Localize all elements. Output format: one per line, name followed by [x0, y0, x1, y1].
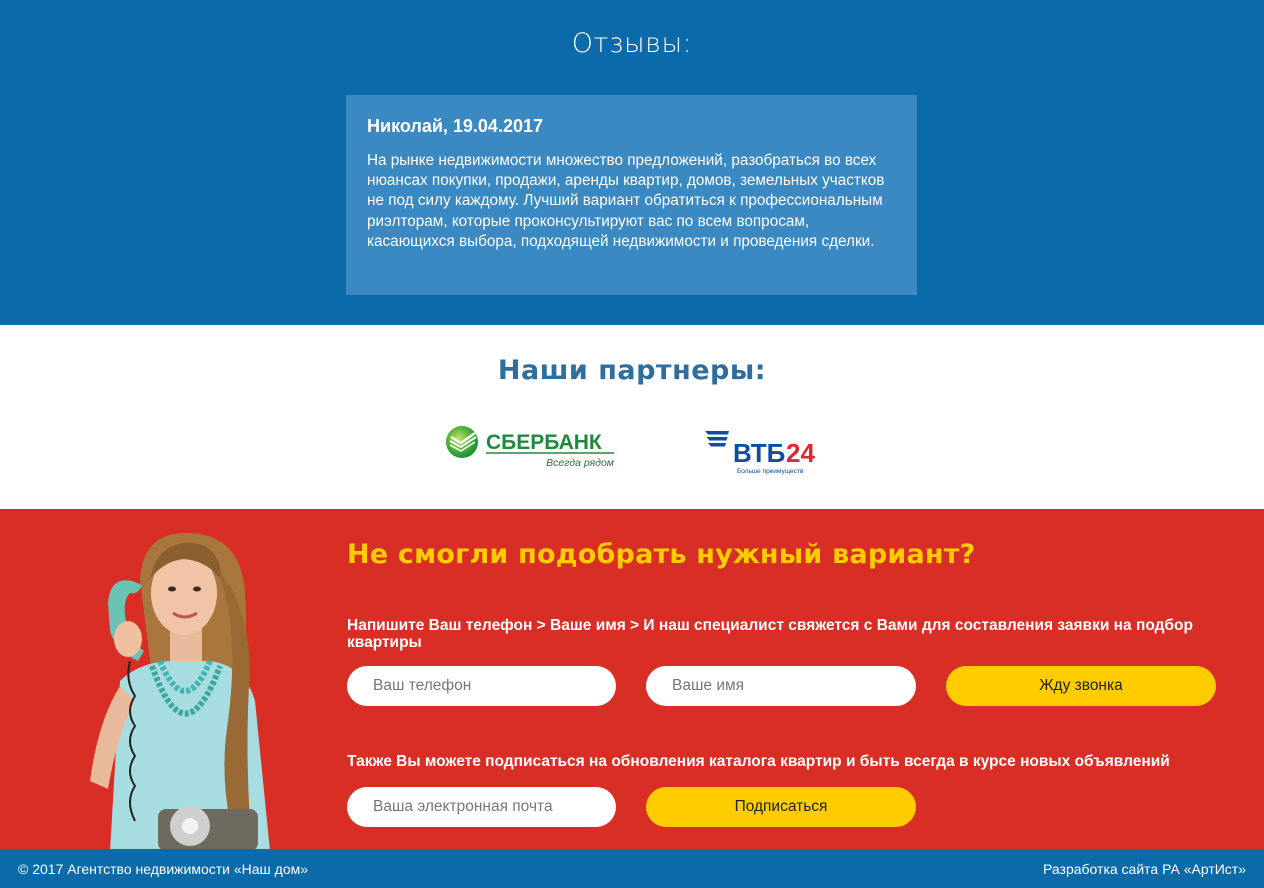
woman-with-phone-image: [80, 521, 330, 849]
svg-text:ВТБ: ВТБ: [733, 438, 785, 468]
svg-text:Всегда рядом: Всегда рядом: [546, 457, 614, 469]
svg-text:СБЕРБАНК: СБЕРБАНК: [486, 431, 602, 454]
vtb-emblem-icon: ВТБ 24 Больше преимуществ: [705, 431, 815, 475]
phone-input[interactable]: [347, 666, 616, 706]
footer-developer-link[interactable]: Разработка сайта РА «АртИст»: [1043, 861, 1246, 877]
callback-instructions: Напишите Ваш телефон > Ваше имя > И наш …: [347, 617, 1193, 651]
review-text: На рынке недвижимости множество предложе…: [367, 152, 885, 250]
subscribe-button[interactable]: Подписаться: [646, 787, 916, 827]
email-input[interactable]: [347, 787, 616, 827]
footer-copyright: © 2017 Агентство недвижимости «Наш дом»: [18, 861, 309, 877]
svg-text:24: 24: [786, 438, 815, 468]
name-input[interactable]: [646, 666, 916, 706]
sberbank-logo[interactable]: СБЕРБАНК Всегда рядом: [444, 423, 619, 475]
footer: © 2017 Агентство недвижимости «Наш дом» …: [0, 849, 1264, 888]
vtb24-logo[interactable]: ВТБ 24 Больше преимуществ: [703, 427, 823, 479]
review-author: Николай, 19.04.2017: [367, 116, 543, 136]
partners-section: Наши партнеры: СБЕРБАНК Всегда рядом ВТБ…: [0, 325, 1264, 509]
reviews-section: Отзывы: Николай, 19.04.2017 На рынке нед…: [0, 0, 1264, 325]
sberbank-emblem-icon: СБЕРБАНК Всегда рядом: [446, 426, 614, 469]
partners-title: Наши партнеры:: [497, 355, 767, 386]
callback-title: Не смогли подобрать нужный вариант?: [347, 539, 976, 570]
svg-text:Больше преимуществ: Больше преимуществ: [737, 468, 804, 475]
subscribe-text: Также Вы можете подписаться на обновлени…: [347, 753, 1170, 770]
review-card: Николай, 19.04.2017 На рынке недвижимост…: [346, 95, 917, 295]
request-call-button[interactable]: Жду звонка: [946, 666, 1216, 706]
callback-section: Не смогли подобрать нужный вариант? Напи…: [0, 509, 1264, 849]
reviews-title: Отзывы:: [571, 28, 693, 59]
